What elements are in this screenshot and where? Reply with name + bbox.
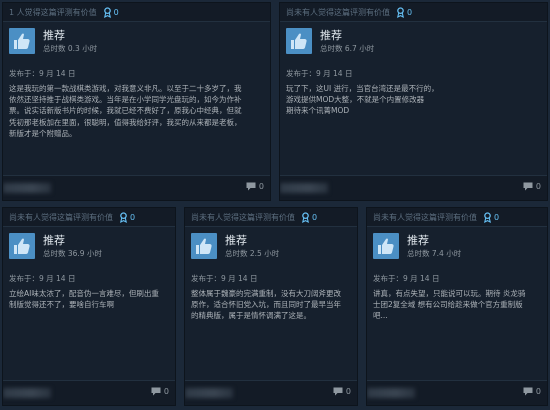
- review-header: 推荐 总时数 6.7 小时: [280, 22, 547, 58]
- award-ribbon-icon: [484, 211, 491, 223]
- comment-count: 0: [163, 387, 169, 396]
- helpful-bar: 1 人觉得这篇评测有价值 0: [3, 3, 270, 22]
- review-header: 推荐 总时数 2.5 小时: [185, 227, 357, 263]
- blurred-avatar: [280, 183, 328, 193]
- playtime: 总时数 36.9 小时: [43, 248, 102, 258]
- review-footer: 0: [3, 175, 270, 200]
- playtime: 总时数 6.7 小时: [320, 43, 375, 53]
- blurred-avatar: [185, 388, 233, 398]
- review-header: 推荐 总时数 36.9 小时: [3, 227, 175, 263]
- comments-button[interactable]: 0: [523, 182, 541, 191]
- recommendation-title: 推荐: [320, 28, 342, 42]
- award-button[interactable]: 0: [396, 6, 413, 18]
- review-card: 1 人觉得这篇评测有价值 0 推荐 总时数 0.3 小时 发布于：9 月 14 …: [2, 2, 271, 201]
- thumbs-up-icon: [191, 233, 217, 259]
- blurred-avatar: [3, 183, 51, 193]
- review-body: 玩了下，这UI 迸行，当官台湾还是最不行的， 游戏提供MOD大整，不就是个内置修…: [286, 84, 439, 116]
- award-ribbon-icon: [120, 211, 127, 223]
- posted-date: 发布于：9 月 14 日: [9, 274, 76, 283]
- posted-date: 发布于：9 月 14 日: [286, 69, 353, 78]
- blurred-avatar: [367, 388, 415, 398]
- thumbs-up-icon: [9, 28, 35, 54]
- comment-count: 0: [258, 182, 264, 191]
- comments-button[interactable]: 0: [333, 387, 351, 396]
- review-card: 尚未有人觉得这篇评测有价值 0 推荐 总时数 2.5 小时 发布于：9 月 14…: [184, 207, 358, 406]
- review-header: 推荐 总时数 0.3 小时: [3, 22, 270, 58]
- helpful-bar: 尚未有人觉得这篇评测有价值 0: [367, 208, 547, 227]
- posted-date: 发布于：9 月 14 日: [373, 274, 440, 283]
- recommendation-title: 推荐: [43, 233, 65, 247]
- comment-icon: [246, 182, 256, 191]
- award-ribbon-icon: [103, 6, 111, 18]
- review-footer: 0: [185, 380, 357, 405]
- helpful-bar: 尚未有人觉得这篇评测有价值 0: [185, 208, 357, 227]
- review-footer: 0: [280, 175, 547, 200]
- helpful-text: 尚未有人觉得这篇评测有价值: [286, 7, 390, 17]
- comment-count: 0: [535, 182, 541, 191]
- review-body: 立绘AI味太浓了，配音伪一言难尽，但刷出重 制版觉得还不了，要啥自行车啊: [9, 289, 159, 310]
- award-ribbon-icon: [397, 6, 404, 18]
- thumbs-up-icon: [373, 233, 399, 259]
- helpful-text: 尚未有人觉得这篇评测有价值: [9, 212, 113, 222]
- award-button[interactable]: 0: [103, 6, 119, 18]
- review-body: 这是我玩的第一款战棋类游戏，对我意义非凡。以至于二十多岁了，我 依然还坚持推于战…: [9, 84, 242, 138]
- review-footer: 0: [3, 380, 175, 405]
- award-count: 0: [312, 212, 318, 222]
- award-count: 0: [130, 212, 136, 222]
- helpful-text: 尚未有人觉得这篇评测有价值: [373, 212, 477, 222]
- award-ribbon-icon: [302, 211, 309, 223]
- comments-button[interactable]: 0: [523, 387, 541, 396]
- playtime: 总时数 2.5 小时: [225, 248, 280, 258]
- comment-icon: [151, 387, 161, 396]
- blurred-avatar: [3, 388, 51, 398]
- comment-icon: [523, 387, 533, 396]
- thumbs-up-icon: [286, 28, 312, 54]
- posted-date: 发布于：9 月 14 日: [9, 69, 76, 78]
- helpful-text: 1 人觉得这篇评测有价值: [9, 7, 97, 17]
- review-body: 整体属于魏豪的完满重制，没有大刀阔斧更改 原作，适合怀旧党入坑，而且同时了最早当…: [191, 289, 341, 321]
- playtime: 总时数 0.3 小时: [43, 43, 98, 53]
- comment-icon: [333, 387, 343, 396]
- thumbs-up-icon: [9, 233, 35, 259]
- helpful-bar: 尚未有人觉得这篇评测有价值 0: [3, 208, 175, 227]
- recommendation-title: 推荐: [43, 28, 65, 42]
- helpful-bar: 尚未有人觉得这篇评测有价值 0: [280, 3, 547, 22]
- playtime: 总时数 7.4 小时: [407, 248, 462, 258]
- helpful-text: 尚未有人觉得这篇评测有价值: [191, 212, 295, 222]
- review-body: 讲真，有点失望，只能说可以玩。期待 炎龙骑 士团2复全域 想有公司给趁来做个官方…: [373, 289, 526, 321]
- comment-count: 0: [535, 387, 541, 396]
- award-button[interactable]: 0: [301, 211, 318, 223]
- comment-icon: [523, 182, 533, 191]
- comments-button[interactable]: 0: [151, 387, 169, 396]
- comments-button[interactable]: 0: [246, 182, 264, 191]
- award-button[interactable]: 0: [119, 211, 136, 223]
- award-count: 0: [113, 7, 119, 17]
- recommendation-title: 推荐: [407, 233, 429, 247]
- review-card: 尚未有人觉得这篇评测有价值 0 推荐 总时数 7.4 小时 发布于：9 月 14…: [366, 207, 548, 406]
- posted-date: 发布于：9 月 14 日: [191, 274, 258, 283]
- award-count: 0: [494, 212, 500, 222]
- recommendation-title: 推荐: [225, 233, 247, 247]
- comment-count: 0: [345, 387, 351, 396]
- award-button[interactable]: 0: [483, 211, 500, 223]
- review-header: 推荐 总时数 7.4 小时: [367, 227, 547, 263]
- award-count: 0: [407, 7, 413, 17]
- review-footer: 0: [367, 380, 547, 405]
- review-card: 尚未有人觉得这篇评测有价值 0 推荐 总时数 36.9 小时 发布于：9 月 1…: [2, 207, 176, 406]
- review-card: 尚未有人觉得这篇评测有价值 0 推荐 总时数 6.7 小时 发布于：9 月 14…: [279, 2, 548, 201]
